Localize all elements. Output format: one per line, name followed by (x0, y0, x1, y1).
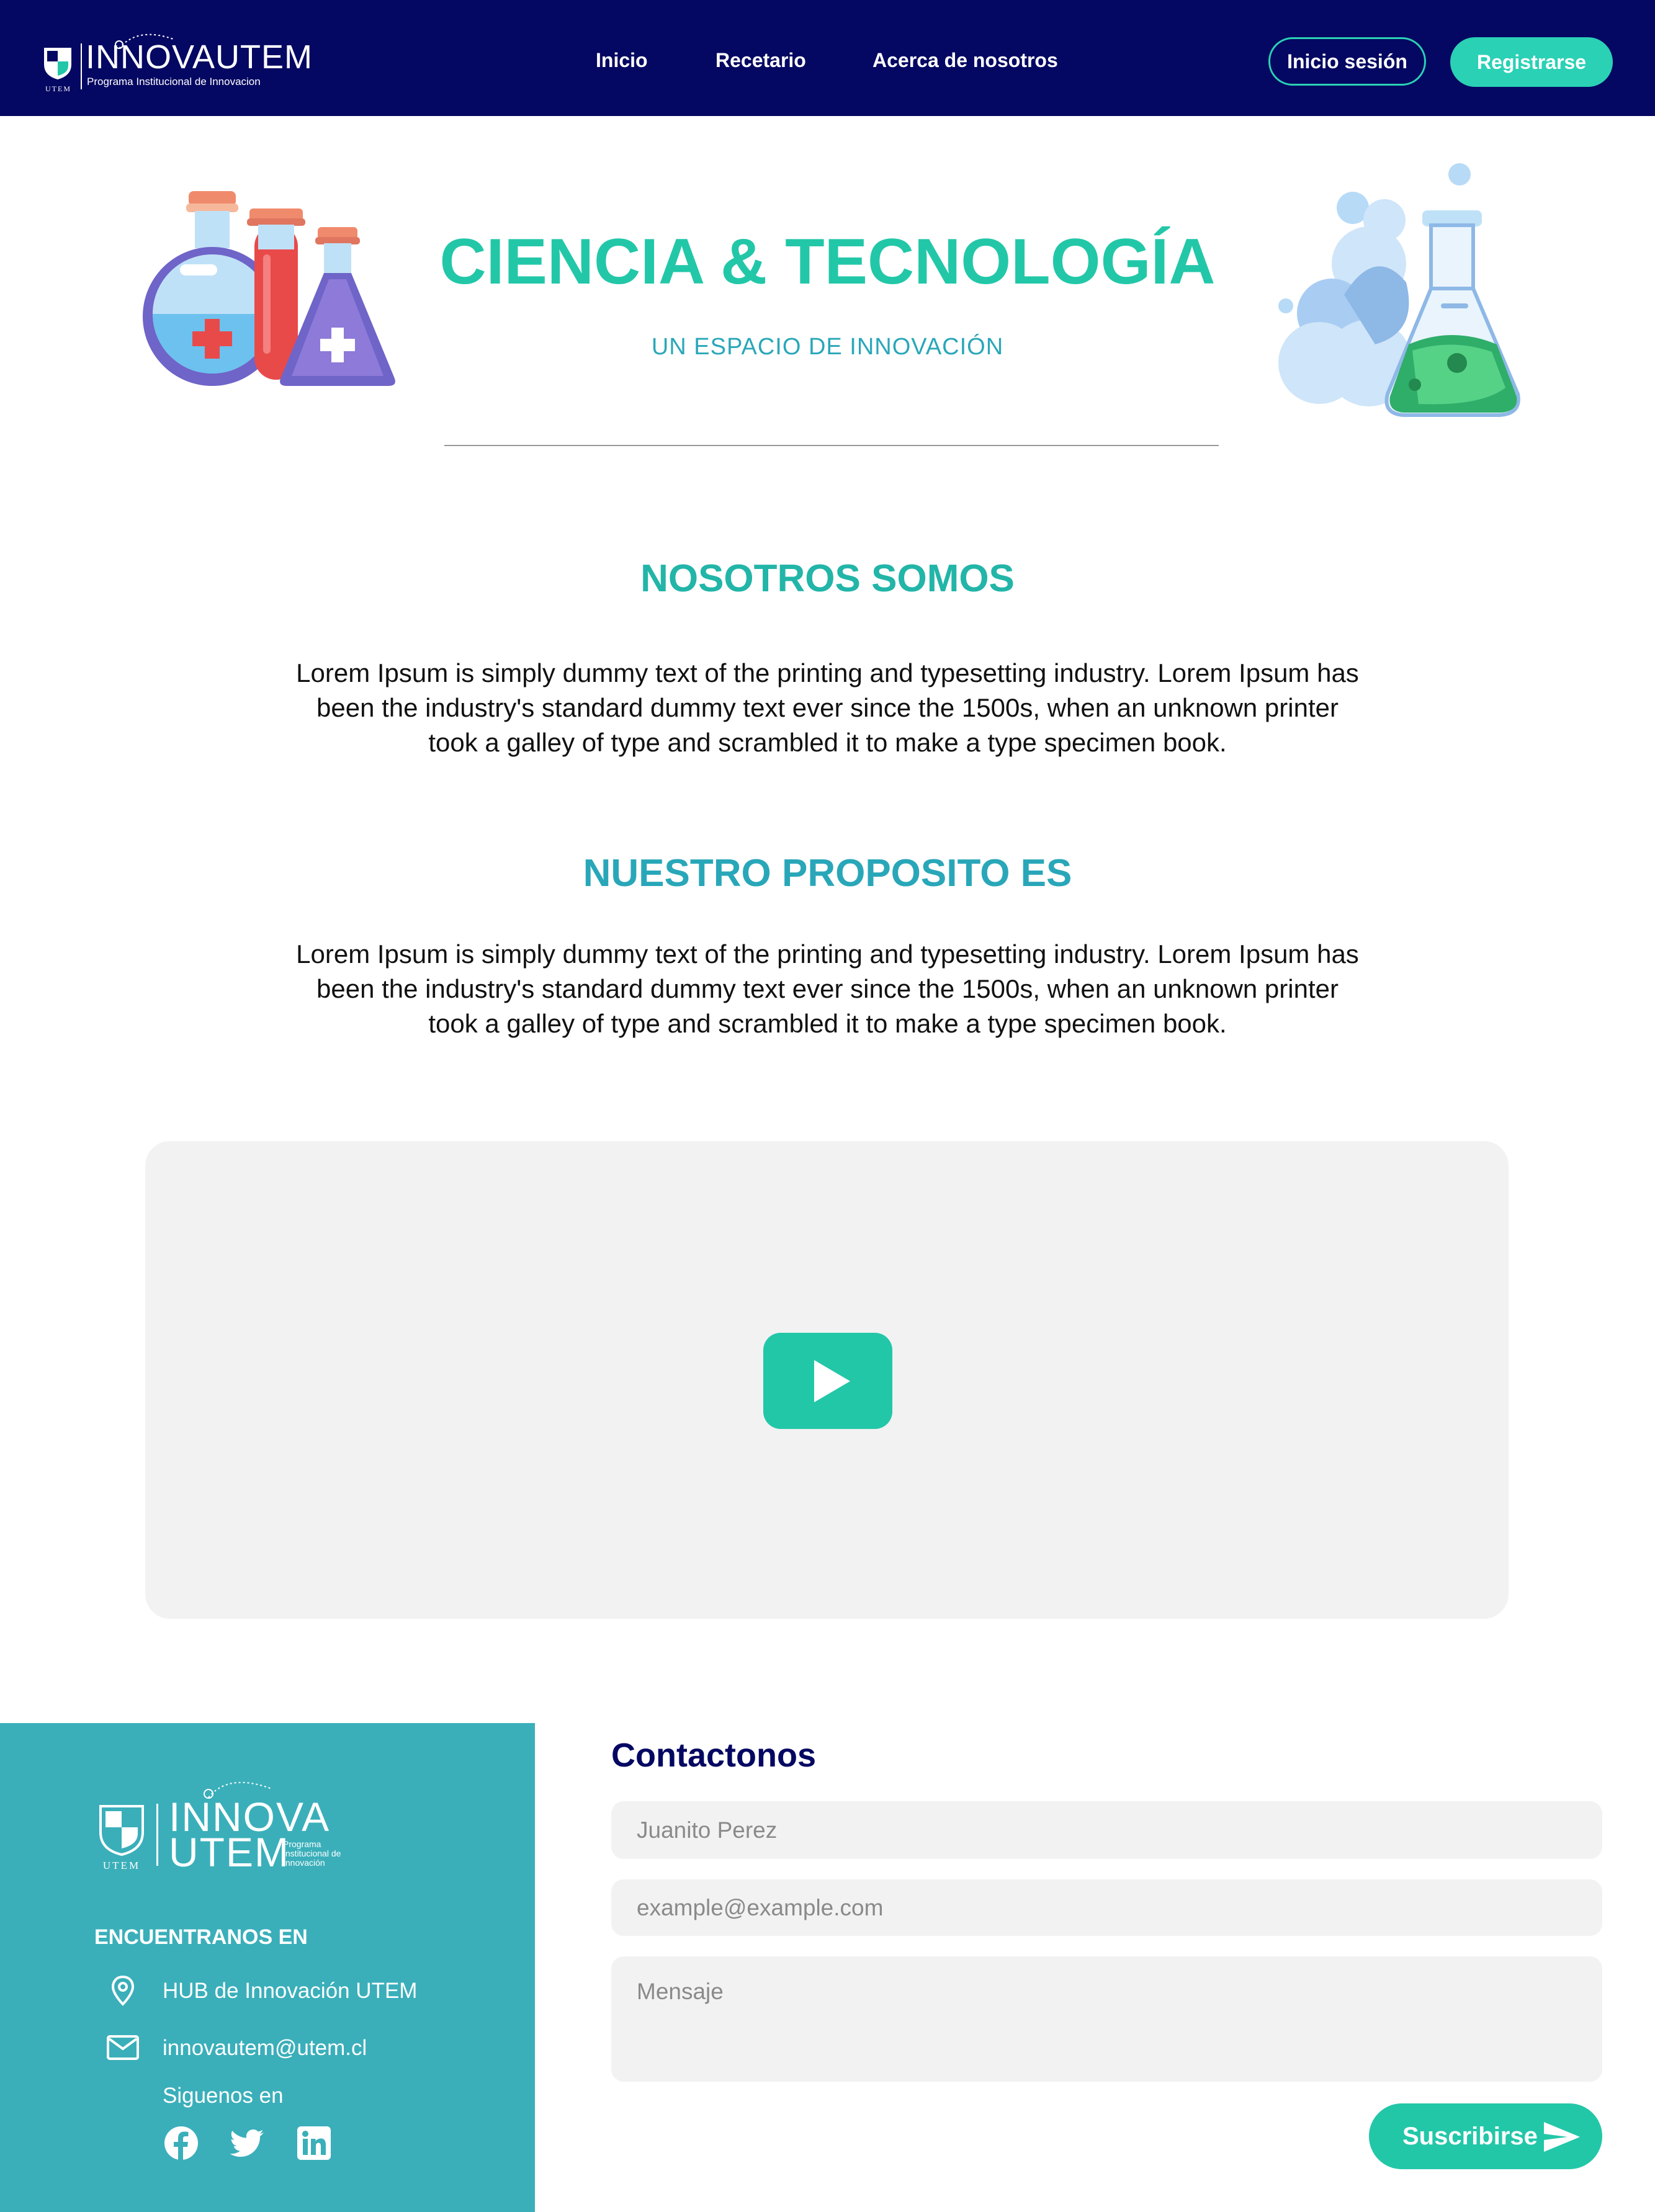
subscribe-label: Suscribirse (1402, 2123, 1538, 2150)
shield-icon (44, 48, 71, 79)
shield-caption: UTEM (102, 1860, 141, 1871)
top-navbar: UTEM INNOVAUTEM Programa Institucional d… (0, 0, 1655, 116)
contact-title: Contactonos (611, 1737, 816, 1774)
nav-link-inicio[interactable]: Inicio (596, 48, 648, 72)
logo-divider (81, 43, 82, 89)
login-button[interactable]: Inicio sesión (1268, 37, 1426, 86)
section-body-proposito: Lorem Ipsum is simply dummy text of the … (296, 939, 1359, 1038)
footer-logo: UTEM INNOVA UTEM Programa Institucional … (97, 1773, 345, 1875)
message-field[interactable] (611, 1956, 1602, 2082)
brand-logo[interactable]: UTEM INNOVAUTEM Programa Institucional d… (42, 25, 315, 93)
find-us-title: ENCUENTRANOS EN (94, 1925, 308, 1949)
twitter-icon[interactable] (229, 2125, 265, 2161)
shield-icon (99, 1805, 144, 1856)
nav-link-acerca[interactable]: Acerca de nosotros (872, 48, 1058, 72)
send-icon (1544, 2122, 1580, 2152)
brand-title: INNOVAUTEM (86, 38, 313, 76)
follow-label: Siguenos en (163, 2084, 284, 2108)
shield-caption: UTEM (45, 84, 71, 93)
mail-icon (107, 2035, 139, 2060)
facebook-icon[interactable] (163, 2125, 199, 2161)
hero-title: CIENCIA & TECNOLOGÍA (439, 226, 1216, 298)
footer-logo-subtitle: Programa Institucional de Innovación (283, 1839, 341, 1868)
register-button[interactable]: Registrarse (1450, 37, 1613, 87)
name-field[interactable] (611, 1801, 1602, 1859)
nav-link-recetario[interactable]: Recetario (715, 48, 806, 72)
logo-divider (156, 1804, 158, 1866)
location-text: HUB de Innovación UTEM (163, 1979, 418, 2003)
linkedin-icon[interactable] (296, 2125, 332, 2161)
hero-subtitle: UN ESPACIO DE INNOVACIÓN (651, 334, 1004, 360)
email-text[interactable]: innovautem@utem.cl (163, 2035, 367, 2061)
section-body-nosotros: Lorem Ipsum is simply dummy text of the … (296, 658, 1359, 757)
brand-subtitle: Programa Institucional de Innovacion (87, 76, 261, 87)
hero-divider (444, 445, 1219, 446)
section-title-proposito: NUESTRO PROPOSITO ES (583, 852, 1072, 895)
subscribe-button[interactable]: Suscribirse (1369, 2103, 1602, 2169)
location-pin-icon (111, 1975, 135, 2006)
section-title-nosotros: NOSOTROS SOMOS (640, 557, 1015, 600)
play-icon[interactable] (763, 1333, 892, 1429)
email-field[interactable] (611, 1879, 1602, 1936)
footer-logo-utem: UTEM (169, 1829, 290, 1875)
